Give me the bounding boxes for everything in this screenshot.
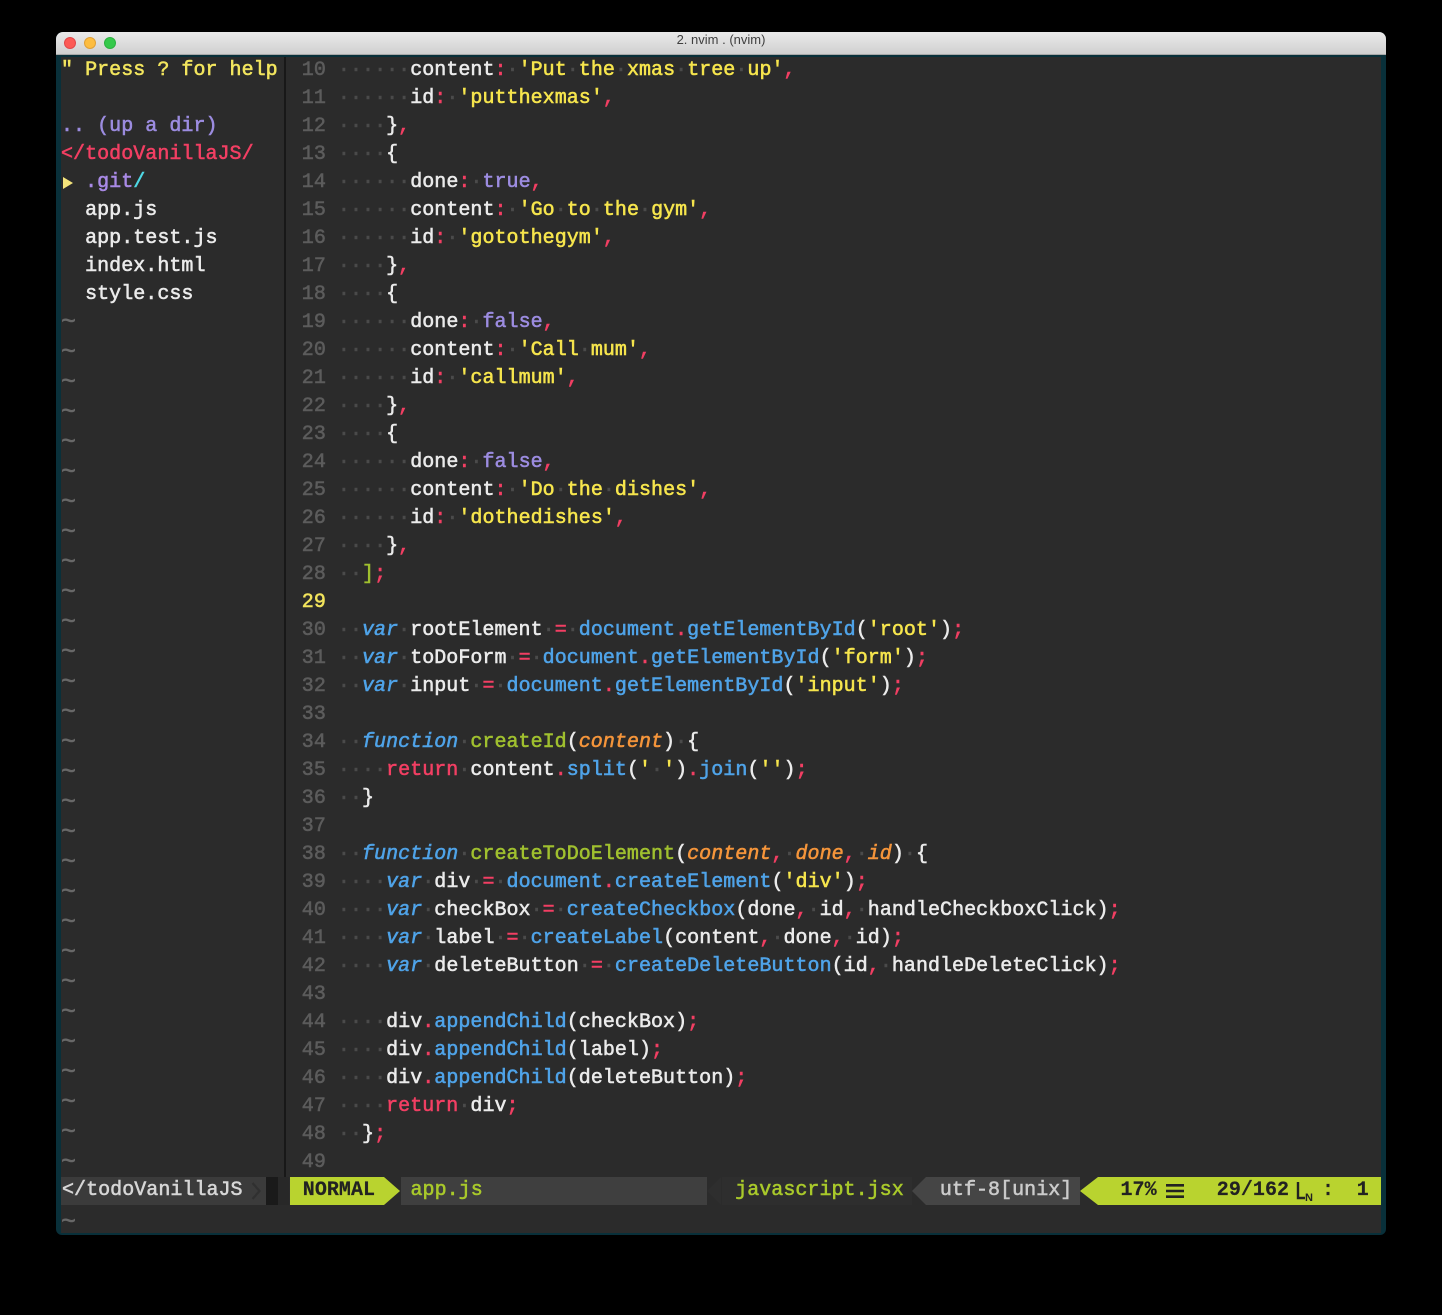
svg-text:N: N [1305, 1192, 1313, 1204]
